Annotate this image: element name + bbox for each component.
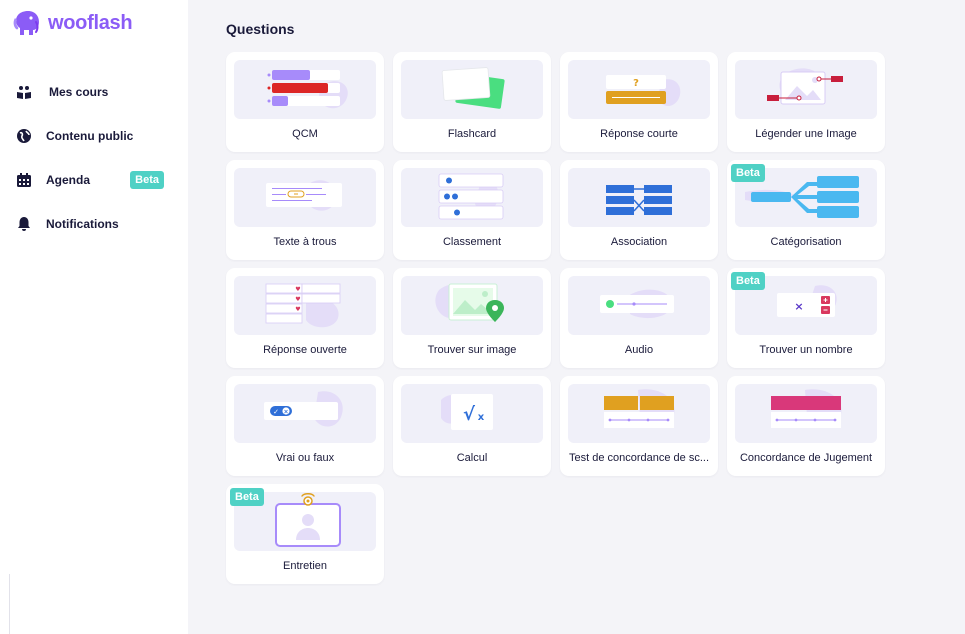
bell-icon <box>16 216 32 232</box>
svg-text:?: ? <box>633 78 639 89</box>
sidebar-item-label: Contenu public <box>46 129 134 143</box>
qcm-illustration-icon <box>234 60 376 119</box>
sidebar-item-contenu-public[interactable]: Contenu public <box>0 114 188 158</box>
question-card-entretien[interactable]: Beta Entretien <box>226 484 384 584</box>
question-card-test-concordance-script[interactable]: Test de concordance de sc... <box>560 376 718 476</box>
calculation-illustration-icon: √ x <box>401 384 543 443</box>
card-label: Catégorisation <box>770 236 842 248</box>
app-name: wooflash <box>48 11 133 34</box>
question-card-classement[interactable]: Classement <box>393 160 551 260</box>
sidebar-item-agenda[interactable]: Agenda Beta <box>0 158 188 202</box>
question-card-reponse-ouverte[interactable]: ♥ ♥ ♥ Réponse ouverte <box>226 268 384 368</box>
sidebar-item-mes-cours[interactable]: Mes cours <box>0 70 188 114</box>
card-label: Calcul <box>456 452 488 464</box>
beta-badge: Beta <box>130 171 164 189</box>
page-title: Questions <box>226 21 295 37</box>
courses-icon <box>16 84 32 100</box>
card-label: Réponse courte <box>600 128 678 140</box>
svg-text:×: × <box>283 409 288 416</box>
card-label: Concordance de Jugement <box>739 452 873 464</box>
flashcard-illustration-icon <box>401 60 543 119</box>
card-label: QCM <box>292 128 318 140</box>
beta-badge: Beta <box>731 164 765 182</box>
question-card-audio[interactable]: Audio <box>560 268 718 368</box>
sidebar-item-label: Agenda <box>46 173 91 187</box>
card-label: Test de concordance de sc... <box>568 452 710 464</box>
divider <box>9 574 10 634</box>
card-label: Flashcard <box>447 128 497 140</box>
question-card-qcm[interactable]: QCM <box>226 52 384 152</box>
script-concordance-illustration-icon <box>568 384 710 443</box>
elephant-logo-icon <box>13 11 39 35</box>
card-label: Texte à trous <box>273 236 337 248</box>
sidebar: wooflash Mes cours Contenu public Agenda… <box>0 0 188 634</box>
fill-blanks-illustration-icon <box>234 168 376 227</box>
question-card-vrai-ou-faux[interactable]: ✓ × Vrai ou faux <box>226 376 384 476</box>
question-card-concordance-jugement[interactable]: Concordance de Jugement <box>727 376 885 476</box>
card-label: Audio <box>624 344 654 356</box>
card-label: Trouver un nombre <box>759 344 853 356</box>
svg-text:×: × <box>794 300 803 313</box>
question-card-calcul[interactable]: √ x Calcul <box>393 376 551 476</box>
card-label: Trouver sur image <box>427 344 517 356</box>
sidebar-item-label: Notifications <box>46 217 119 231</box>
true-false-illustration-icon: ✓ × <box>234 384 376 443</box>
association-illustration-icon <box>568 168 710 227</box>
question-card-trouver-sur-image[interactable]: Trouver sur image <box>393 268 551 368</box>
short-answer-illustration-icon: ? <box>568 60 710 119</box>
svg-text:√: √ <box>463 404 476 425</box>
svg-text:♥: ♥ <box>295 296 300 303</box>
label-image-illustration-icon <box>735 60 877 119</box>
globe-icon <box>16 128 32 144</box>
logo[interactable]: wooflash <box>12 8 133 38</box>
calendar-icon <box>16 172 32 188</box>
sidebar-item-label: Mes cours <box>49 85 109 99</box>
card-label: Légender une Image <box>755 128 857 140</box>
card-label: Classement <box>442 236 502 248</box>
question-card-categorisation[interactable]: Beta Catégorisation <box>727 160 885 260</box>
judgement-concordance-illustration-icon <box>735 384 877 443</box>
svg-text:✓: ✓ <box>273 408 279 416</box>
question-card-legender-image[interactable]: Légender une Image <box>727 52 885 152</box>
question-card-reponse-courte[interactable]: ? Réponse courte <box>560 52 718 152</box>
question-card-texte-a-trous[interactable]: Texte à trous <box>226 160 384 260</box>
svg-text:x: x <box>478 412 485 423</box>
audio-illustration-icon <box>568 276 710 335</box>
beta-badge: Beta <box>230 488 264 506</box>
sidebar-item-notifications[interactable]: Notifications <box>0 202 188 246</box>
question-card-trouver-un-nombre[interactable]: Beta × Trouver un nombre <box>727 268 885 368</box>
svg-text:♥: ♥ <box>295 306 300 313</box>
card-label: Vrai ou faux <box>275 452 335 464</box>
open-answer-illustration-icon: ♥ ♥ ♥ <box>234 276 376 335</box>
sidebar-nav: Mes cours Contenu public Agenda Beta Not… <box>0 70 188 246</box>
card-label: Réponse ouverte <box>263 344 347 356</box>
card-label: Association <box>610 236 668 248</box>
question-types-grid: QCM Flashcard ? Réponse courte Légender … <box>226 52 885 584</box>
ranking-illustration-icon <box>401 168 543 227</box>
question-card-flashcard[interactable]: Flashcard <box>393 52 551 152</box>
beta-badge: Beta <box>731 272 765 290</box>
svg-text:♥: ♥ <box>295 286 300 293</box>
find-on-image-illustration-icon <box>401 276 543 335</box>
question-card-association[interactable]: Association <box>560 160 718 260</box>
card-label: Entretien <box>282 560 328 572</box>
